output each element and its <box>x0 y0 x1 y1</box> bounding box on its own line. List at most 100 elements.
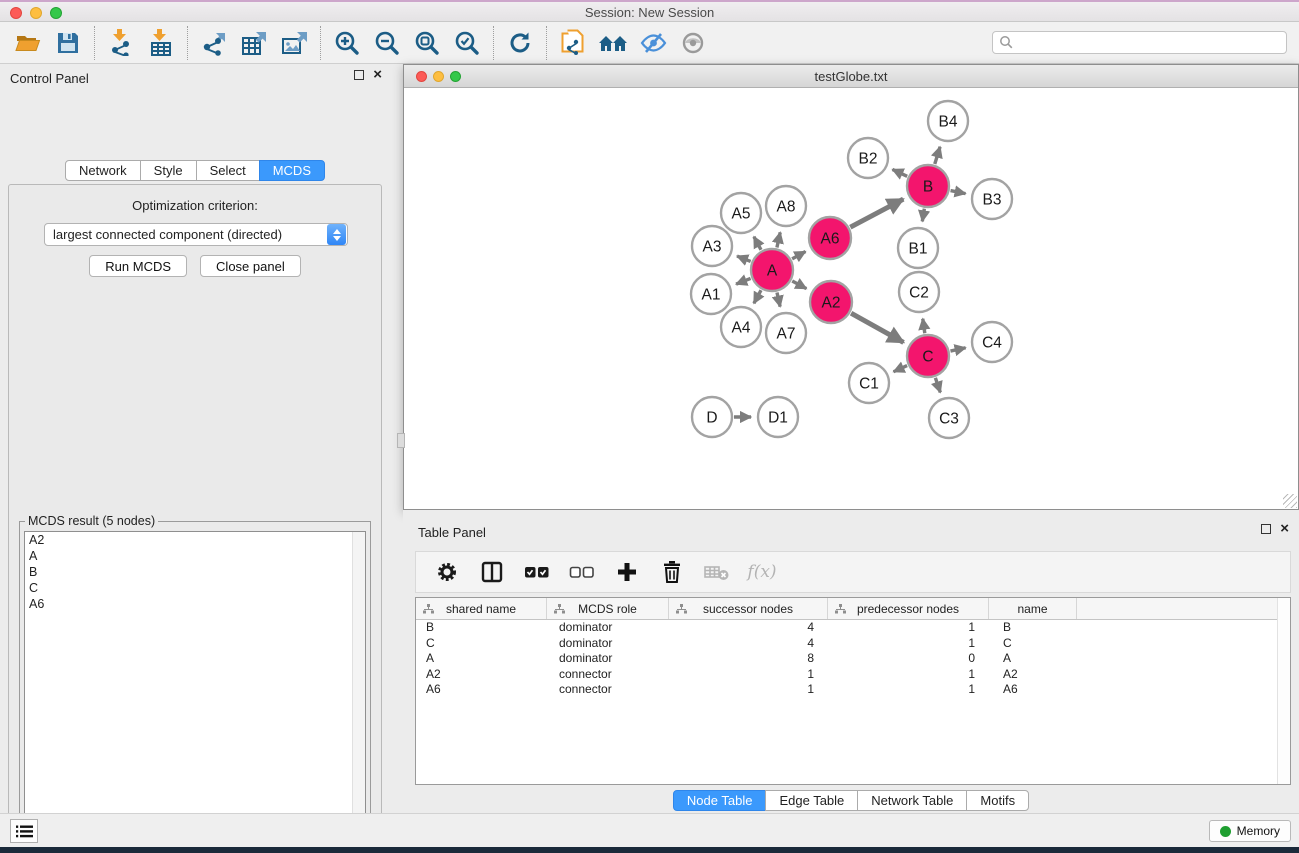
import-table-icon[interactable] <box>141 25 181 61</box>
graph-node-C2[interactable]: C2 <box>899 272 939 312</box>
graph-node-A5[interactable]: A5 <box>721 193 761 233</box>
result-item[interactable]: A6 <box>25 596 365 612</box>
graph-edge-C-C1[interactable] <box>894 366 908 372</box>
deselect-all-checkboxes-icon[interactable] <box>567 557 597 587</box>
table-row[interactable]: A dominator 8 0 A <box>416 651 1290 667</box>
search-field[interactable] <box>992 31 1287 54</box>
criterion-dropdown[interactable]: largest connected component (directed) <box>44 223 348 246</box>
delete-column-icon[interactable] <box>657 557 687 587</box>
graph-node-A2[interactable]: A2 <box>810 281 852 323</box>
zoom-selected-icon[interactable] <box>447 25 487 61</box>
graph-node-A8[interactable]: A8 <box>766 186 806 226</box>
result-item[interactable]: C <box>25 580 365 596</box>
graph-node-B[interactable]: B <box>907 165 949 207</box>
table-row[interactable]: A2 connector 1 1 A2 <box>416 667 1290 683</box>
graph-edge-A-A8[interactable] <box>777 232 780 247</box>
task-history-button[interactable] <box>10 819 38 843</box>
search-input[interactable] <box>1014 33 1286 52</box>
table-scrollbar[interactable] <box>1277 598 1290 784</box>
graph-node-B1[interactable]: B1 <box>898 228 938 268</box>
graph-node-B4[interactable]: B4 <box>928 101 968 141</box>
graph-edge-A6-B[interactable] <box>850 199 903 227</box>
export-network-icon[interactable] <box>194 25 234 61</box>
graph-node-C1[interactable]: C1 <box>849 363 889 403</box>
export-image-icon[interactable] <box>274 25 314 61</box>
result-item[interactable]: B <box>25 564 365 580</box>
add-column-icon[interactable] <box>612 557 642 587</box>
column-header-name[interactable]: name <box>989 598 1077 619</box>
graph-edge-A-A7[interactable] <box>777 292 780 306</box>
memory-button[interactable]: Memory <box>1209 820 1291 842</box>
zoom-fit-icon[interactable] <box>407 25 447 61</box>
graph-edge-C-C3[interactable] <box>935 378 940 393</box>
tab-select[interactable]: Select <box>196 160 260 181</box>
float-table-panel-icon[interactable] <box>1261 524 1271 534</box>
graph-node-D[interactable]: D <box>692 397 732 437</box>
tab-node-table[interactable]: Node Table <box>673 790 767 811</box>
zoom-in-icon[interactable] <box>327 25 367 61</box>
graph-edge-B-B1[interactable] <box>922 209 924 222</box>
close-panel-button[interactable]: Close panel <box>200 255 301 277</box>
table-row[interactable]: A6 connector 1 1 A6 <box>416 682 1290 698</box>
graph-node-C3[interactable]: C3 <box>929 398 969 438</box>
graph-node-B3[interactable]: B3 <box>972 179 1012 219</box>
graph-node-A1[interactable]: A1 <box>691 274 731 314</box>
export-table-icon[interactable] <box>234 25 274 61</box>
tab-style[interactable]: Style <box>140 160 197 181</box>
graph-node-D1[interactable]: D1 <box>758 397 798 437</box>
refresh-layout-icon[interactable] <box>500 25 540 61</box>
graph-edge-A-A2[interactable] <box>792 281 806 289</box>
vertical-splitter-handle[interactable] <box>397 433 405 448</box>
column-header-predecessor-nodes[interactable]: predecessor nodes <box>828 598 989 619</box>
graph-node-A[interactable]: A <box>751 249 793 291</box>
zoom-out-icon[interactable] <box>367 25 407 61</box>
graph-node-A3[interactable]: A3 <box>692 226 732 266</box>
first-neighbors-icon[interactable] <box>593 25 633 61</box>
graph-edge-A-A4[interactable] <box>754 290 761 303</box>
column-header-successor-nodes[interactable]: successor nodes <box>669 598 828 619</box>
tab-mcds[interactable]: MCDS <box>259 160 325 181</box>
window-resize-grip[interactable] <box>1283 494 1297 508</box>
result-item[interactable]: A <box>25 548 365 564</box>
save-session-icon[interactable] <box>48 25 88 61</box>
close-table-panel-icon[interactable]: × <box>1280 524 1289 534</box>
close-panel-icon[interactable]: × <box>373 70 382 80</box>
graph-edge-B-B4[interactable] <box>935 147 940 164</box>
result-scrollbar[interactable] <box>352 532 365 852</box>
tab-motifs[interactable]: Motifs <box>966 790 1029 811</box>
graph-edge-A-A3[interactable] <box>737 256 751 261</box>
graph-edge-C-C4[interactable] <box>950 348 965 351</box>
graph-edge-C-C2[interactable] <box>923 319 925 333</box>
import-network-icon[interactable] <box>101 25 141 61</box>
select-all-checkboxes-icon[interactable] <box>522 557 552 587</box>
result-item[interactable]: A2 <box>25 532 365 548</box>
table-row[interactable]: C dominator 4 1 C <box>416 636 1290 652</box>
show-all-icon[interactable] <box>673 25 713 61</box>
tab-network-table[interactable]: Network Table <box>857 790 967 811</box>
float-panel-icon[interactable] <box>354 70 364 80</box>
clone-network-icon[interactable] <box>553 25 593 61</box>
graph-node-B2[interactable]: B2 <box>848 138 888 178</box>
graph-edge-A2-C[interactable] <box>851 313 903 342</box>
split-view-icon[interactable] <box>477 557 507 587</box>
graph-node-A6[interactable]: A6 <box>809 217 851 259</box>
graph-node-A7[interactable]: A7 <box>766 313 806 353</box>
network-window-titlebar[interactable]: testGlobe.txt <box>404 65 1298 88</box>
graph-node-A4[interactable]: A4 <box>721 307 761 347</box>
hide-selected-icon[interactable] <box>633 25 673 61</box>
column-header-mcds-role[interactable]: MCDS role <box>547 598 669 619</box>
graph-edge-B-B3[interactable] <box>951 191 966 194</box>
graph-edge-B-B2[interactable] <box>892 169 907 176</box>
tab-network[interactable]: Network <box>65 160 141 181</box>
graph-edge-A-A1[interactable] <box>736 278 750 284</box>
network-canvas[interactable]: B4 B2 B B3 A5A8A6 B1 A3 A C2 A1 A2 A4A7 C4 C C1 C3 D D1 <box>404 88 1298 509</box>
graph-edge-A-A5[interactable] <box>754 237 761 250</box>
graph-edge-A-A6[interactable] <box>792 252 805 259</box>
graph-node-C4[interactable]: C4 <box>972 322 1012 362</box>
column-header-shared-name[interactable]: shared name <box>416 598 547 619</box>
tab-edge-table[interactable]: Edge Table <box>765 790 858 811</box>
table-row[interactable]: B dominator 4 1 B <box>416 620 1290 636</box>
run-mcds-button[interactable]: Run MCDS <box>89 255 187 277</box>
graph-node-C[interactable]: C <box>907 335 949 377</box>
table-settings-icon[interactable] <box>432 557 462 587</box>
